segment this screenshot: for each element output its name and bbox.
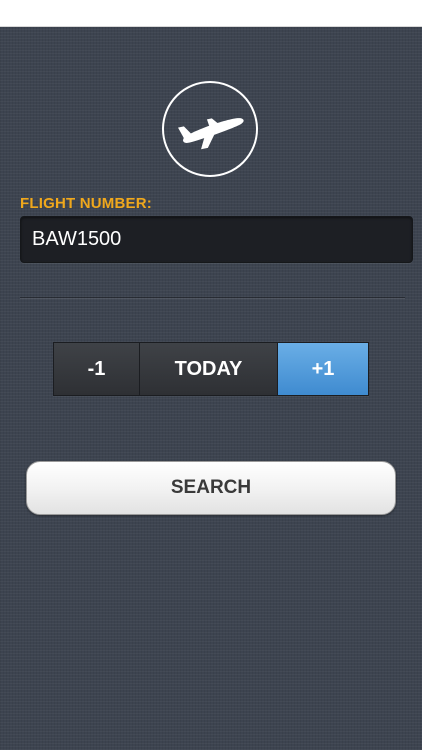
day-selector: -1 TODAY +1 (53, 342, 369, 396)
flight-number-input[interactable] (20, 216, 413, 263)
previous-day-button[interactable]: -1 (54, 343, 140, 395)
next-day-button[interactable]: +1 (278, 343, 368, 395)
divider (20, 297, 405, 299)
today-button[interactable]: TODAY (140, 343, 278, 395)
flight-search-screen: FLIGHT NUMBER: -1 TODAY +1 SEARCH (0, 27, 422, 750)
search-button[interactable]: SEARCH (26, 461, 396, 515)
flight-number-label: FLIGHT NUMBER: (20, 195, 152, 212)
status-bar (0, 0, 422, 27)
airplane-icon (162, 81, 258, 177)
